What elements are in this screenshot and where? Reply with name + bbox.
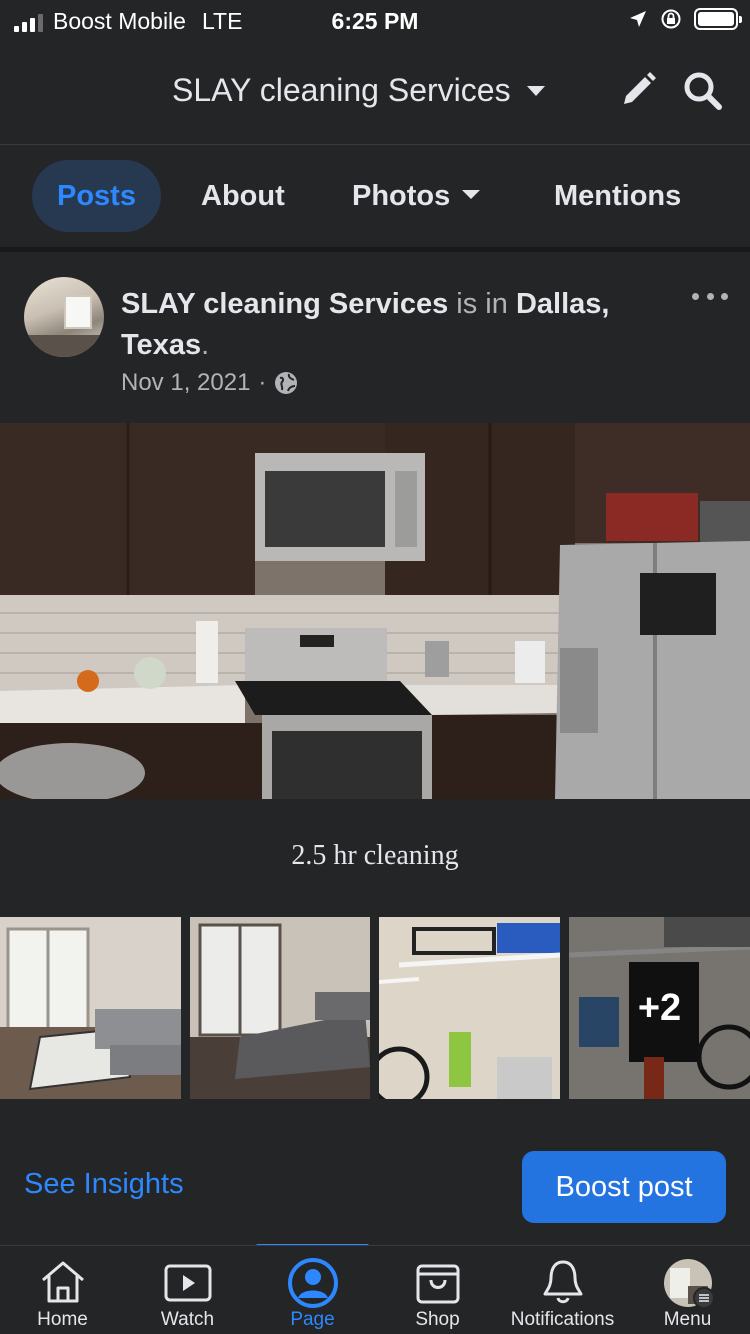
more-photos-count: +2 — [569, 917, 750, 1099]
thumbnail-living-room[interactable] — [0, 917, 181, 1099]
post-connector: is in — [448, 288, 516, 320]
boost-post-button[interactable]: Boost post — [522, 1151, 726, 1223]
tab-posts[interactable]: Posts — [32, 160, 161, 232]
tab-photos-label: Photos — [352, 180, 451, 212]
photo-caption: 2.5 hr cleaning — [291, 840, 459, 871]
post-date[interactable]: Nov 1, 2021 — [121, 369, 250, 397]
photo-thumbnails: +2 — [0, 917, 750, 1099]
bottom-navigation: Home Watch Page Shop Notifications Menu — [0, 1245, 750, 1334]
nav-label: Home — [37, 1309, 88, 1330]
post-end-punct: . — [201, 329, 210, 361]
post-meta: Nov 1, 2021 · — [121, 369, 298, 397]
thumbnail-wardrobe[interactable]: +2 — [569, 917, 750, 1099]
post-main-photo[interactable] — [0, 423, 750, 799]
status-bar: Boost Mobile LTE 6:25 PM — [0, 0, 750, 42]
nav-label: Watch — [160, 1309, 215, 1330]
menu-avatar-icon — [664, 1259, 714, 1308]
nav-label: Notifications — [510, 1309, 615, 1330]
status-right — [628, 8, 742, 30]
post-options-button[interactable] — [692, 286, 728, 306]
page-title-dropdown[interactable]: SLAY cleaning Services — [172, 72, 545, 109]
watch-icon — [164, 1264, 212, 1302]
globe-icon — [275, 372, 298, 394]
page-title: SLAY cleaning Services — [172, 72, 511, 108]
nav-watch[interactable]: Watch — [125, 1246, 250, 1334]
chevron-down-icon — [462, 189, 481, 199]
page-icon — [288, 1258, 338, 1308]
kitchen-photo — [0, 423, 750, 799]
thumbnail-bedroom[interactable] — [190, 917, 370, 1099]
bell-icon — [543, 1260, 583, 1304]
page-header: SLAY cleaning Services — [0, 42, 750, 144]
tab-photos[interactable]: Photos — [352, 160, 481, 232]
page-tabs: Posts About Photos Mentions — [0, 145, 750, 248]
location-arrow-icon — [630, 11, 646, 27]
nav-label: Shop — [415, 1309, 460, 1330]
thumbnail-closet[interactable] — [379, 917, 560, 1099]
shop-icon — [416, 1264, 460, 1304]
nav-page[interactable]: Page — [250, 1246, 375, 1334]
chevron-down-icon — [526, 85, 545, 96]
tab-mentions[interactable]: Mentions — [554, 160, 681, 232]
nav-home[interactable]: Home — [0, 1246, 125, 1334]
nav-label: Menu — [663, 1309, 712, 1330]
nav-notifications[interactable]: Notifications — [500, 1246, 625, 1334]
nav-menu[interactable]: Menu — [625, 1246, 750, 1334]
meta-separator: · — [258, 369, 267, 396]
post-author[interactable]: SLAY cleaning Services — [121, 288, 448, 320]
more-dots-icon — [692, 292, 699, 300]
rotation-lock-icon — [661, 9, 681, 29]
nav-label: Page — [290, 1309, 335, 1330]
tab-about[interactable]: About — [201, 160, 285, 232]
battery-icon — [694, 8, 742, 30]
see-insights-link[interactable]: See Insights — [24, 1168, 184, 1201]
page-avatar[interactable] — [24, 277, 104, 357]
section-separator — [0, 247, 750, 252]
search-icon[interactable] — [680, 68, 724, 112]
home-icon — [42, 1261, 84, 1303]
post-headline: SLAY cleaning Services is in Dallas, Tex… — [121, 284, 681, 366]
nav-shop[interactable]: Shop — [375, 1246, 500, 1334]
edit-pencil-icon[interactable] — [616, 68, 660, 112]
